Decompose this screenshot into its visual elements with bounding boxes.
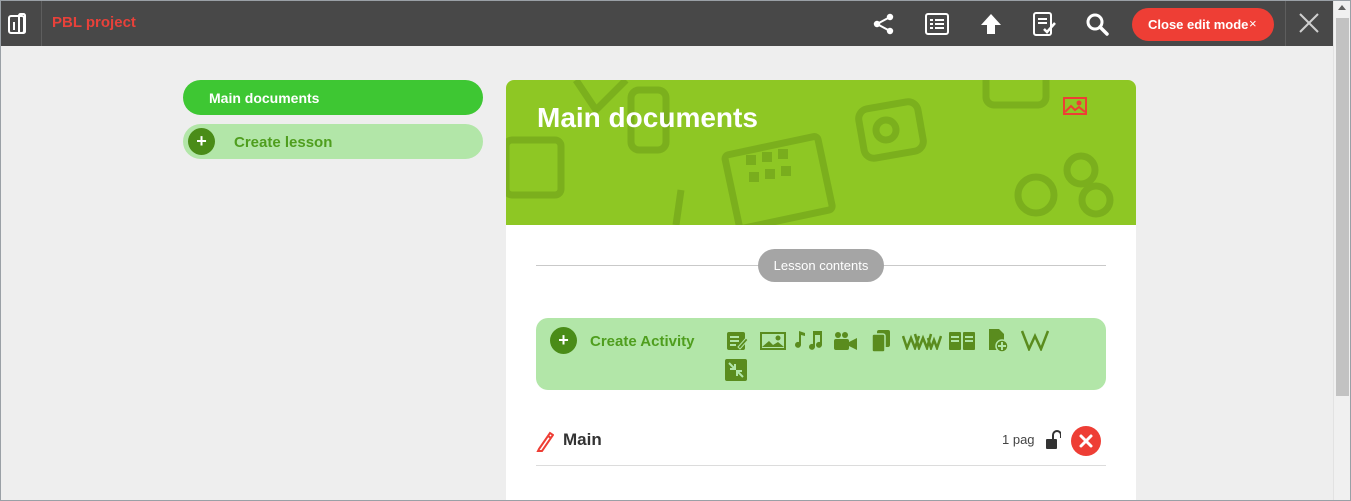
document-add-icon[interactable] (987, 328, 1009, 353)
create-activity-label[interactable]: Create Activity (590, 333, 695, 350)
create-lesson-label: Create lesson (234, 134, 333, 151)
close-edit-mode-button[interactable]: Close edit mode × (1132, 8, 1274, 41)
lesson-banner: Main documents (506, 80, 1136, 225)
change-banner-image-icon[interactable] (1063, 97, 1087, 115)
list-icon[interactable] (924, 11, 950, 37)
scroll-thumb[interactable] (1336, 18, 1349, 396)
document-row[interactable]: Main 1 pag (536, 420, 1106, 466)
create-activity-panel: + Create Activity (536, 318, 1106, 390)
top-bar: PBL project Close edit mode × (1, 1, 1333, 46)
checklist-icon[interactable] (1031, 11, 1057, 37)
create-lesson-button[interactable]: + Create lesson (183, 124, 483, 159)
wikipedia-icon[interactable] (1021, 329, 1049, 351)
music-icon[interactable] (794, 329, 824, 351)
book-open-icon[interactable] (948, 330, 976, 352)
lesson-contents-badge: Lesson contents (758, 249, 884, 282)
copy-icon[interactable] (871, 329, 891, 353)
lesson-card: Main documents Lesson contents + Create … (506, 80, 1136, 501)
upload-icon[interactable] (978, 11, 1004, 37)
banner-title: Main documents (537, 102, 758, 133)
unlocked-icon[interactable] (1045, 430, 1061, 450)
close-icon (1079, 434, 1093, 448)
sidebar-item-label: Main documents (209, 90, 320, 106)
video-camera-icon[interactable] (832, 331, 858, 351)
search-icon[interactable] (1084, 11, 1110, 37)
embed-icon[interactable] (724, 358, 748, 382)
edit-pencil-icon[interactable] (536, 430, 554, 452)
book-menu-button[interactable] (1, 1, 42, 46)
close-icon[interactable] (1298, 12, 1320, 34)
sidebar-item-main-documents[interactable]: Main documents (183, 80, 483, 115)
web-link-icon[interactable] (902, 332, 942, 350)
app-title: PBL project (52, 14, 136, 31)
plus-icon: + (188, 128, 215, 155)
book-icon (8, 13, 26, 34)
vertical-scrollbar[interactable] (1333, 1, 1350, 500)
scroll-up-arrow-icon[interactable] (1338, 5, 1346, 10)
document-page-count: 1 pag (1002, 432, 1035, 447)
delete-document-button[interactable] (1071, 426, 1101, 456)
text-edit-icon[interactable] (726, 330, 748, 352)
toolbar-divider (1285, 1, 1286, 46)
document-title[interactable]: Main (563, 430, 602, 450)
share-icon[interactable] (871, 11, 897, 37)
close-edit-x-icon: × (1249, 16, 1257, 31)
close-edit-mode-label: Close edit mode (1148, 17, 1249, 32)
image-icon[interactable] (760, 332, 786, 350)
plus-icon[interactable]: + (550, 327, 577, 354)
